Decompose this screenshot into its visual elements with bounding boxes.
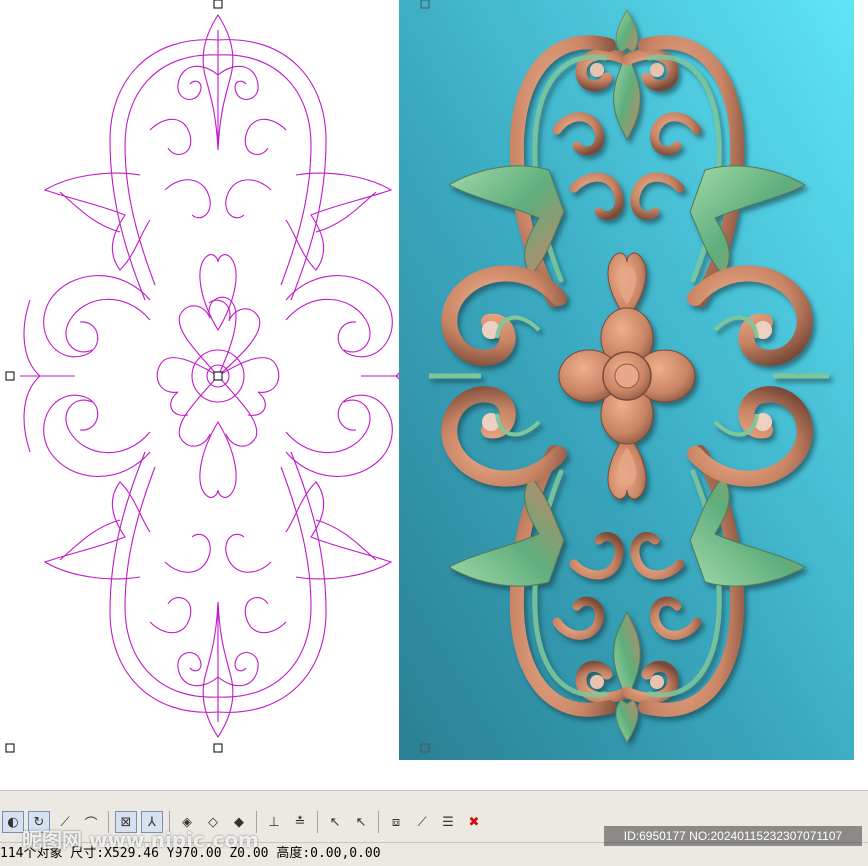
wireframe-paths [20,13,400,738]
wireframe-top-half [23,13,400,377]
watermark-right: ID:6950177 NO:20240115232307071107 [604,826,862,846]
align-right-icon[interactable]: ≛ [289,811,311,833]
align-left-icon[interactable]: ⊥ [263,811,285,833]
watermark-left: 昵图网 www.nipic.com [22,828,259,852]
vector-wireframe[interactable] [0,0,400,760]
toolbar-separator [378,811,379,833]
select-arrow-icon[interactable]: ↖ [324,811,346,833]
toolbar-separator [317,811,318,833]
transform-icon[interactable]: ⧈ [385,811,407,833]
relief-render-preview [399,0,854,760]
measure-icon[interactable]: ⟋ [411,811,433,833]
view-icon[interactable]: ◐ [2,811,24,833]
close-icon[interactable]: ✖ [463,811,485,833]
drawing-canvas[interactable] [0,0,868,790]
deselect-arrow-icon[interactable]: ↖ [350,811,372,833]
layer-icon[interactable]: ☰ [437,811,459,833]
